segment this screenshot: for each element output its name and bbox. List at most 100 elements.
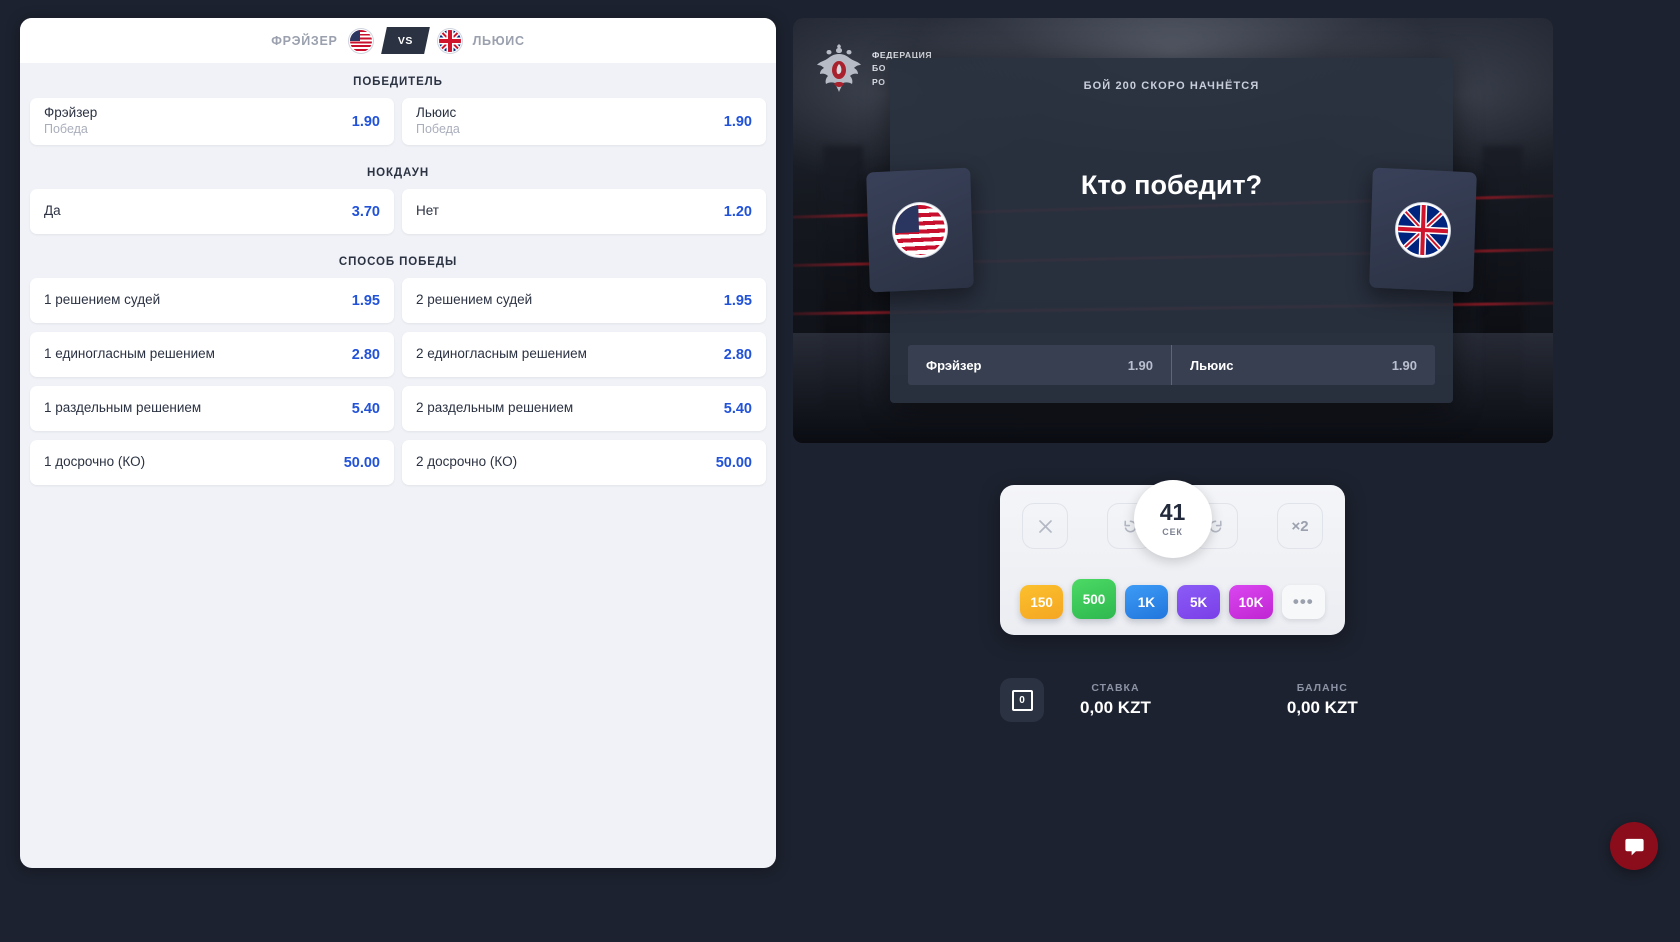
odd-card-text: 1 единогласным решением — [44, 346, 215, 363]
odd-card[interactable]: 2 решением судей 1.95 — [402, 278, 766, 323]
overlay-odds-bar: Фрэйзер 1.90 Льюис 1.90 — [908, 345, 1435, 385]
market-row: 1 раздельным решением 5.40 2 раздельным ре… — [30, 386, 766, 431]
odd-sublabel: Победа — [416, 122, 460, 137]
overlay-odd-value: 1.90 — [1391, 357, 1417, 373]
odd-card[interactable]: 2 досрочно (КО) 50.00 — [402, 440, 766, 485]
balance-bar: 0 СТАВКА 0,00 KZT БАЛАНС 0,00 KZT — [1000, 676, 1410, 724]
odd-card[interactable]: 1 единогласным решением 2.80 — [30, 332, 394, 377]
stake-label: СТАВКА — [1091, 682, 1140, 694]
timer-face: 41 СЕК — [1133, 480, 1212, 558]
chip-button[interactable]: 5K — [1176, 585, 1221, 619]
odd-card[interactable]: Льюис Победа 1.90 — [402, 98, 766, 145]
chip-label: 150 — [1030, 594, 1053, 610]
chip-button[interactable]: 150 — [1020, 585, 1064, 619]
round-status-text: БОЙ 200 СКОРО НАЧНЁТСЯ — [1083, 80, 1260, 92]
market-title: ПОБЕДИТЕЛЬ — [353, 76, 443, 88]
market-row: Да 3.70 Нет 1.20 — [30, 189, 766, 234]
chip-label: 10K — [1238, 594, 1264, 610]
market-title: СПОСОБ ПОБЕДЫ — [338, 256, 458, 268]
odd-card-text: 2 раздельным решением — [416, 400, 573, 417]
chat-bubble-icon — [1624, 838, 1644, 855]
vs-label: VS — [397, 34, 413, 47]
match-header: ФРЭЙЗЕР VS ЛЬЮИС — [20, 18, 776, 63]
odd-card[interactable]: Фрэйзер Победа 1.90 — [30, 98, 394, 145]
market-row: 1 досрочно (КО) 50.00 2 досрочно (КО) 50.00 — [30, 440, 766, 485]
vs-badge: VS — [380, 27, 430, 54]
chip-button[interactable]: 10K — [1229, 585, 1273, 619]
overlay-odd-button[interactable]: Льюис 1.90 — [1171, 345, 1435, 385]
odd-card[interactable]: Нет 1.20 — [402, 189, 766, 234]
odd-card-text: Нет — [416, 203, 439, 220]
odd-label: 1 раздельным решением — [44, 400, 202, 416]
odd-label: 1 досрочно (КО) — [44, 454, 146, 470]
double-headed-eagle-icon — [815, 44, 863, 94]
odd-card[interactable]: Да 3.70 — [30, 189, 394, 234]
odd-card-text: Льюис Победа — [416, 105, 460, 138]
bet-action-buttons: 41 СЕК ×2 — [1022, 480, 1323, 558]
odd-value: 1.95 — [723, 292, 752, 309]
odd-card-text: 1 раздельным решением — [44, 400, 201, 417]
chat-support-button[interactable] — [1610, 822, 1658, 870]
odd-card-text: 1 досрочно (КО) — [44, 454, 145, 471]
odd-value: 1.90 — [723, 113, 752, 130]
bet-controls-panel: 41 СЕК ×2 150 500 1K 5K 10K ••• — [1000, 480, 1345, 635]
more-chips-label: ••• — [1292, 592, 1314, 611]
market-row: 1 единогласным решением 2.80 2 единогласны… — [30, 332, 766, 377]
odd-label: 1 решением судей — [44, 292, 161, 308]
markets-list: ПОБЕДИТЕЛЬ Фрэйзер Победа 1.90 Льюис Победа 1.… — [20, 63, 776, 485]
clear-bet-button[interactable] — [1022, 503, 1068, 549]
odd-value: 50.00 — [715, 454, 752, 471]
double-bet-button[interactable]: ×2 — [1277, 503, 1323, 549]
odd-value: 5.40 — [351, 400, 380, 417]
timer-seconds-value: 41 — [1159, 499, 1186, 525]
overlay-odd-name: Фрэйзер — [926, 357, 982, 373]
chip-button[interactable]: 1K — [1124, 585, 1168, 619]
odd-card[interactable]: 2 единогласным решением 2.80 — [402, 332, 766, 377]
odd-card[interactable]: 2 раздельным решением 5.40 — [402, 386, 766, 431]
odd-sublabel: Победа — [44, 122, 88, 137]
odd-value: 5.40 — [723, 400, 752, 417]
round-timer: 41 СЕК — [1133, 480, 1212, 558]
fighter-card-right[interactable] — [1369, 167, 1477, 293]
odd-label: 2 досрочно (КО) — [416, 454, 518, 470]
balance-display: БАЛАНС 0,00 KZT — [1287, 682, 1358, 718]
odd-value: 50.00 — [343, 454, 380, 471]
close-icon — [1038, 519, 1052, 533]
timer-unit-label: СЕК — [1162, 527, 1183, 537]
odd-card[interactable]: 1 решением судей 1.95 — [30, 278, 394, 323]
chip-selector: 150 500 1K 5K 10K ••• — [1020, 579, 1325, 619]
coin-icon: 0 — [1011, 689, 1033, 711]
live-stream-area: ФЕДЕРАЦИЯ БО РО БОЙ 200 СКОРО НАЧНЁТСЯ К… — [793, 18, 1553, 443]
header-fighter-left-name: ФРЭЙЗЕР — [271, 33, 338, 48]
more-chips-button[interactable]: ••• — [1281, 585, 1325, 619]
odd-label: 2 раздельным решением — [416, 400, 574, 416]
double-bet-label: ×2 — [1291, 517, 1309, 535]
odd-label: Нет — [416, 203, 439, 219]
odd-card-text: Фрэйзер Победа — [44, 105, 97, 138]
overlay-odd-button[interactable]: Фрэйзер 1.90 — [908, 345, 1171, 385]
coin-toggle-button[interactable]: 0 — [1000, 678, 1044, 722]
odd-card[interactable]: 1 раздельным решением 5.40 — [30, 386, 394, 431]
odd-value: 2.80 — [723, 346, 752, 363]
odd-label: 2 единогласным решением — [416, 346, 587, 362]
odd-card-text: Да — [44, 203, 61, 220]
overlay-question-text: Кто победит? — [1080, 170, 1263, 200]
odd-value: 1.20 — [723, 203, 752, 220]
balance-label: БАЛАНС — [1296, 682, 1348, 694]
stake-display: СТАВКА 0,00 KZT — [1080, 682, 1151, 718]
balance-value: 0,00 KZT — [1286, 698, 1358, 717]
odd-label: 2 решением судей — [416, 292, 533, 308]
uk-flag-icon — [437, 28, 462, 53]
odd-label: 1 единогласным решением — [44, 346, 215, 362]
odd-card[interactable]: 1 досрочно (КО) 50.00 — [30, 440, 394, 485]
odd-card-text: 2 досрочно (КО) — [416, 454, 517, 471]
chip-button[interactable]: 500 — [1072, 579, 1116, 619]
market-row: 1 решением судей 1.95 2 решением судей 1.95 — [30, 278, 766, 323]
us-flag-icon — [348, 28, 373, 53]
chip-label: 5K — [1190, 594, 1208, 610]
odd-label: Да — [44, 203, 61, 219]
uk-flag-icon — [1395, 201, 1451, 259]
round-intro-overlay: БОЙ 200 СКОРО НАЧНЁТСЯ Кто победит? Фрэй… — [866, 58, 1477, 403]
odd-card-text: 2 единогласным решением — [416, 346, 587, 363]
stake-value: 0,00 KZT — [1080, 698, 1151, 717]
